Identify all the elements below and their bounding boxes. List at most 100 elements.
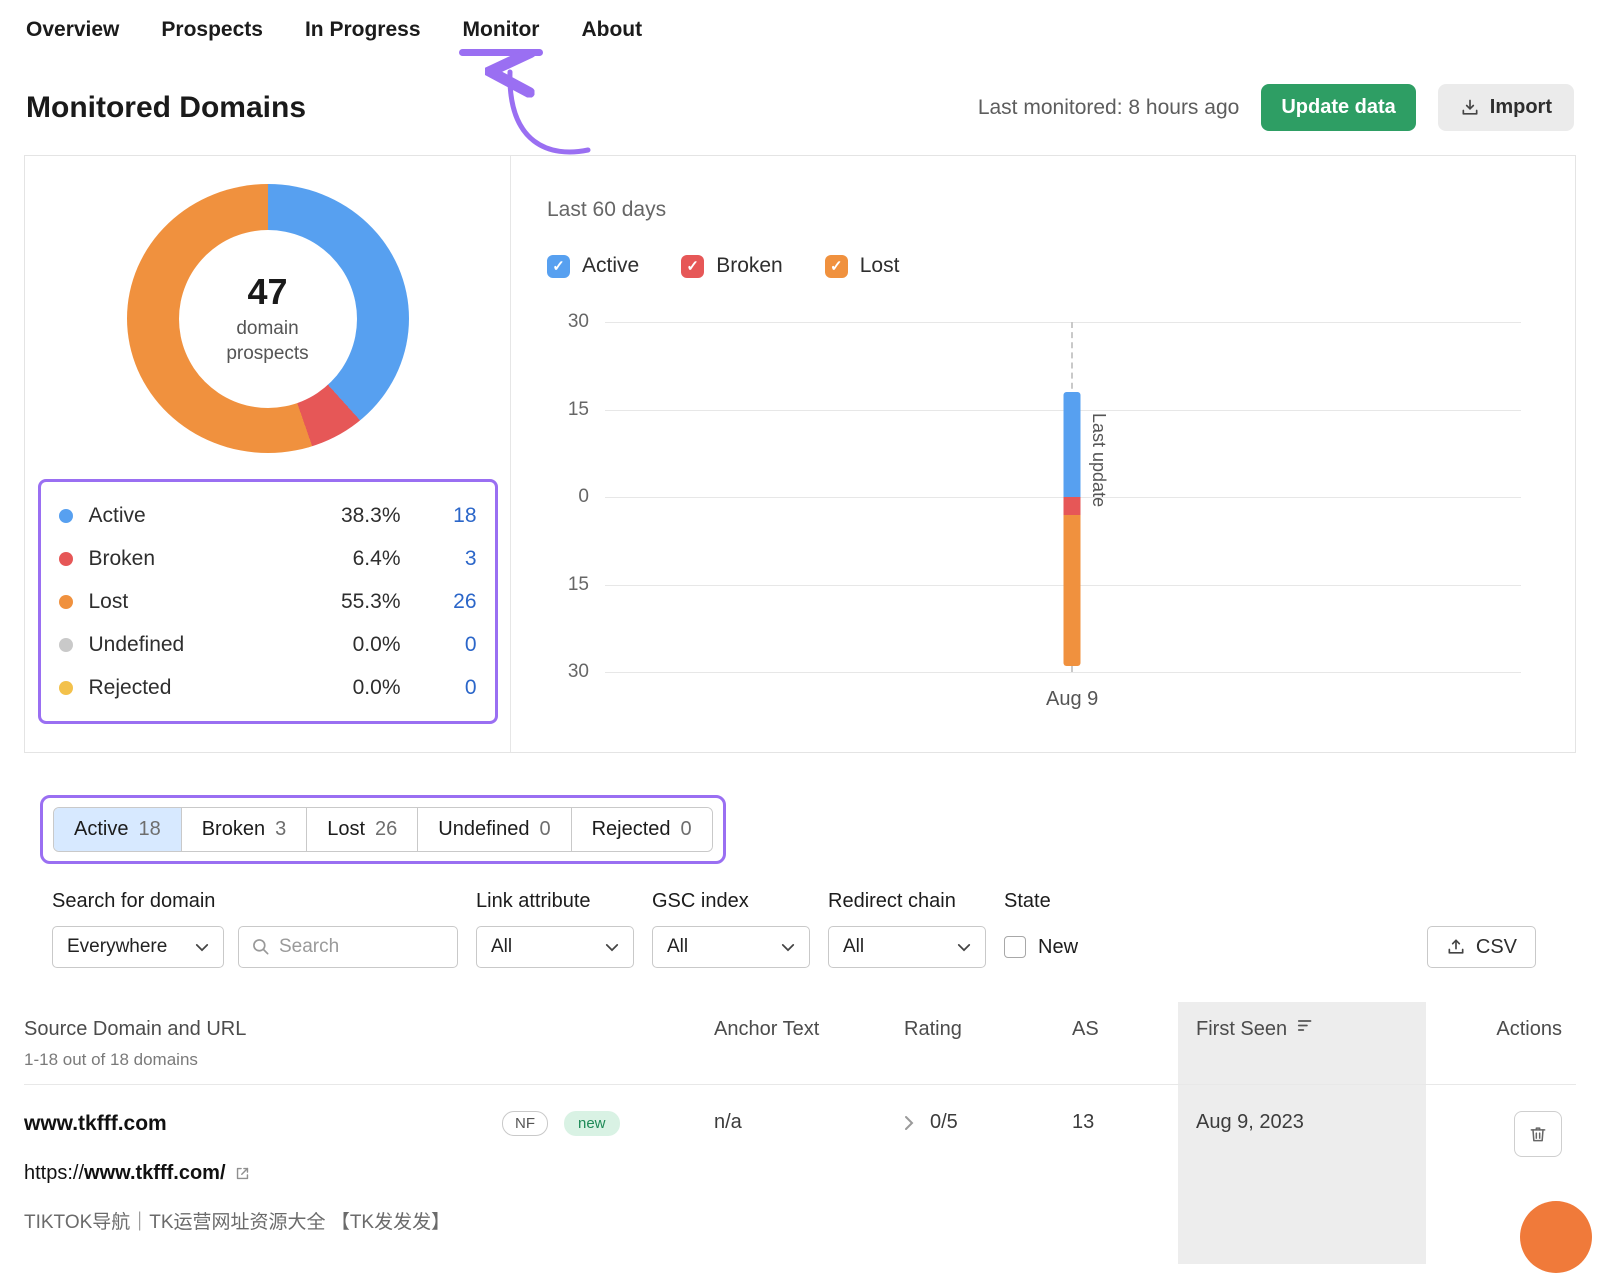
lost-dot-icon [59, 595, 73, 609]
nav-in-progress[interactable]: In Progress [305, 18, 421, 58]
tabs-annotation-frame: Active 18 Broken 3 Lost 26 Undefined 0 R… [40, 795, 726, 864]
legend-row-active: Active 38.3% 18 [59, 494, 477, 537]
legend-percent: 0.0% [301, 676, 401, 700]
download-icon [1460, 98, 1480, 118]
search-icon [251, 937, 271, 957]
nav-about[interactable]: About [581, 18, 642, 58]
header-anchor-text: Anchor Text [714, 1002, 904, 1084]
legend-row-broken: Broken 6.4% 3 [59, 537, 477, 580]
legend-label: Rejected [89, 676, 301, 700]
legend-count[interactable]: 0 [401, 676, 477, 700]
header-source: Source Domain and URL 1-18 out of 18 dom… [24, 1002, 714, 1084]
bar-broken-segment [1064, 497, 1081, 515]
external-link-icon[interactable] [234, 1165, 251, 1182]
donut-center-value: 47 [247, 271, 287, 313]
legend-row-rejected: Rejected 0.0% 0 [59, 666, 477, 709]
sort-icon [1297, 1018, 1315, 1033]
y-tick: 15 [568, 399, 589, 421]
scope-select[interactable]: Everywhere [52, 926, 224, 968]
y-tick: 15 [568, 574, 589, 596]
state-group: State New [1004, 890, 1078, 968]
legend-count[interactable]: 3 [401, 547, 477, 571]
pagination-summary: 1-18 out of 18 domains [24, 1050, 714, 1070]
redirect-chain-select[interactable]: All [828, 926, 986, 968]
donut-pane: 47 domain prospects Active 38.3% 18 Brok… [25, 156, 511, 752]
tab-label: Active [74, 818, 128, 841]
legend-label: Broken [89, 547, 301, 571]
new-checkbox-label: New [1038, 936, 1078, 959]
link-attribute-select[interactable]: All [476, 926, 634, 968]
nav-prospects[interactable]: Prospects [161, 18, 263, 58]
import-button[interactable]: Import [1438, 84, 1574, 131]
lost-checkbox[interactable]: Lost [825, 254, 900, 278]
trend-chart: 30 15 0 15 30 Last update Aug 9 [605, 322, 1521, 672]
domain-name: www.tkfff.com [24, 1112, 502, 1136]
tab-count: 0 [539, 818, 550, 841]
trend-pane: Last 60 days Active Broken Lost 30 15 [511, 156, 1575, 752]
help-bubble-button[interactable] [1520, 1201, 1592, 1273]
last-monitored-text: Last monitored: 8 hours ago [978, 96, 1240, 120]
legend-count[interactable]: 18 [401, 504, 477, 528]
broken-checkbox[interactable]: Broken [681, 254, 783, 278]
upload-icon [1446, 937, 1466, 957]
link-attribute-value: All [491, 936, 512, 958]
summary-card: 47 domain prospects Active 38.3% 18 Brok… [24, 155, 1576, 753]
tab-label: Undefined [438, 818, 529, 841]
legend-count[interactable]: 0 [401, 633, 477, 657]
tab-active[interactable]: Active 18 [54, 808, 182, 851]
table-header: Source Domain and URL 1-18 out of 18 dom… [24, 1002, 1576, 1084]
lost-checkbox-label: Lost [860, 254, 900, 278]
search-box[interactable] [238, 926, 458, 968]
source-url-link[interactable]: https://www.tkfff.com/ [24, 1162, 714, 1185]
donut-center-label: domain prospects [213, 317, 323, 366]
update-data-button[interactable]: Update data [1261, 84, 1415, 131]
tab-broken[interactable]: Broken 3 [182, 808, 308, 851]
rating-value: 0/5 [930, 1111, 958, 1134]
nav-monitor[interactable]: Monitor [463, 18, 540, 58]
active-checkbox-label: Active [582, 254, 639, 278]
header-as: AS [1072, 1002, 1178, 1084]
export-csv-button[interactable]: CSV [1427, 926, 1536, 968]
y-tick: 30 [568, 311, 589, 333]
legend-percent: 38.3% [301, 504, 401, 528]
tab-count: 0 [681, 818, 692, 841]
tab-lost[interactable]: Lost 26 [307, 808, 418, 851]
page-title-text: TIKTOK导航｜TK运营网址资源大全 【TK发发发】 [24, 1207, 714, 1234]
new-checkbox[interactable] [1004, 936, 1026, 958]
chevron-down-icon [957, 943, 971, 952]
chevron-down-icon [195, 943, 209, 952]
page-title: Monitored Domains [26, 91, 306, 125]
tab-rejected[interactable]: Rejected 0 [572, 808, 712, 851]
tab-count: 26 [375, 818, 397, 841]
active-checkbox-icon[interactable] [547, 255, 570, 278]
search-domain-label: Search for domain [52, 890, 458, 913]
gsc-index-label: GSC index [652, 890, 810, 913]
y-tick: 0 [578, 486, 589, 508]
expand-chevron-icon[interactable] [904, 1115, 914, 1131]
source-cell: www.tkfff.com NF new https://www.tkfff.c… [24, 1085, 714, 1264]
header-first-seen[interactable]: First Seen [1178, 1002, 1426, 1084]
legend-percent: 55.3% [301, 590, 401, 614]
chevron-down-icon [781, 943, 795, 952]
stacked-bar[interactable] [1064, 322, 1081, 672]
legend-label: Lost [89, 590, 301, 614]
broken-checkbox-icon[interactable] [681, 255, 704, 278]
rejected-dot-icon [59, 681, 73, 695]
delete-button[interactable] [1514, 1111, 1562, 1157]
x-axis-label: Aug 9 [1046, 688, 1098, 711]
search-input[interactable] [279, 936, 445, 958]
lost-checkbox-icon[interactable] [825, 255, 848, 278]
tab-undefined[interactable]: Undefined 0 [418, 808, 571, 851]
trash-icon [1528, 1124, 1548, 1144]
chevron-down-icon [605, 943, 619, 952]
new-badge: new [564, 1111, 620, 1136]
legend-count[interactable]: 26 [401, 590, 477, 614]
active-checkbox[interactable]: Active [547, 254, 639, 278]
bar-lost-segment [1064, 515, 1081, 667]
csv-button-label: CSV [1476, 936, 1517, 959]
header-actions: Actions [1426, 1002, 1576, 1084]
domains-table: Source Domain and URL 1-18 out of 18 dom… [24, 1002, 1576, 1264]
nav-overview[interactable]: Overview [26, 18, 119, 58]
donut-legend-annotation: Active 38.3% 18 Broken 6.4% 3 Lost 55.3%… [38, 479, 498, 724]
gsc-index-select[interactable]: All [652, 926, 810, 968]
